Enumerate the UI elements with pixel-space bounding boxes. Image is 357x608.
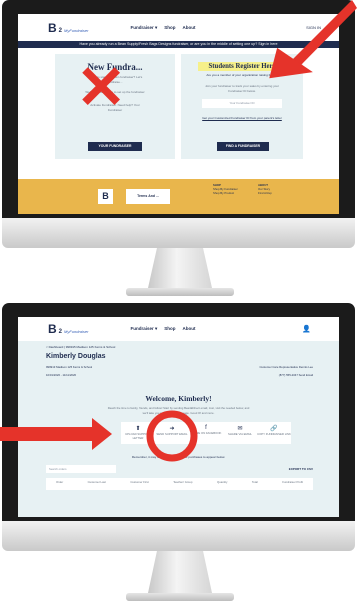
tile-label: SHARE VIA EMAIL (228, 432, 252, 436)
footer-logo: B (98, 189, 113, 204)
site-header: B2 MyFundraiser Fundraiser ▾ Shop About … (18, 14, 339, 41)
footer-shop-item-2[interactable]: Shop By Product (213, 191, 238, 195)
red-x-mark: ✕ (76, 54, 127, 121)
find-fundraiser-button[interactable]: FIND A FUNDRAISER (217, 142, 269, 151)
nav-about[interactable]: About (182, 326, 195, 332)
dashboard-header: B2 MyFundraiser Fundraiser ▾ Shop About … (18, 317, 339, 341)
tile-share-facebook[interactable]: f SHARE ON FACEBOOK (189, 422, 223, 444)
participant-name: Kimberly Douglas (46, 353, 106, 360)
footer-about-item-2[interactable]: Find A Rep (258, 191, 272, 195)
account-icon[interactable]: 👤 (302, 325, 311, 333)
bottom-screen: B2 MyFundraiser Fundraiser ▾ Shop About … (18, 317, 339, 517)
top-monitor-base (126, 288, 234, 296)
tile-label: SEND SUPPORT EMAIL (156, 432, 188, 436)
school-name: 999913 Madison 125 Kerns & School (46, 365, 93, 369)
bottom-monitor-neck (148, 551, 212, 593)
bottom-monitor-base (126, 593, 234, 601)
top-monitor-neck (148, 248, 212, 288)
col-customer-first[interactable]: Customer First (130, 480, 148, 488)
col-quantity[interactable]: Quantity (217, 480, 227, 488)
tile-label: SHARE ON FACEBOOK (190, 431, 222, 435)
bottom-monitor-chin (2, 521, 355, 551)
top-monitor: B2 MyFundraiser Fundraiser ▾ Shop About … (0, 0, 357, 300)
search-orders-input[interactable]: Search orders (46, 465, 116, 473)
register-question: Are you a member of your organization ra… (206, 73, 278, 77)
your-fundraiser-button[interactable]: YOUR FUNDRAISER (88, 142, 142, 151)
mail-icon: ✉ (237, 426, 243, 432)
tile-label: COPY FUNDRAISER LINK (257, 432, 291, 436)
site-logo[interactable]: B2 MyFundraiser (48, 21, 88, 35)
bottom-monitor: B2 MyFundraiser Fundraiser ▾ Shop About … (0, 303, 357, 603)
reminder-text: Remember, it may take a couple hours for… (131, 455, 226, 459)
tile-label: UPLOAD SUPPORT LETTER (125, 432, 151, 440)
send-icon: ➜ (169, 426, 175, 432)
col-teacher-group[interactable]: Teacher/ Group (173, 480, 192, 488)
nav-about[interactable]: About (182, 25, 195, 31)
fundraiser-id-link[interactable]: Get your Customized Fundraiser ID from y… (181, 116, 303, 121)
col-order[interactable]: Order (56, 480, 63, 488)
tile-share-email[interactable]: ✉ SHARE VIA EMAIL (223, 422, 257, 444)
sign-in-banner[interactable]: Have you already run a Bean Supply/Fresh… (18, 41, 339, 48)
breadcrumb[interactable]: < Dashboard | 999915 Madison 125 Kerns &… (46, 345, 115, 349)
nav-fundraiser[interactable]: Fundraiser ▾ (130, 25, 157, 31)
rep-phone[interactable]: (877) 555-2047 Send Email (279, 373, 313, 377)
nav-shop[interactable]: Shop (164, 25, 175, 31)
tile-send-email[interactable]: ➜ SEND SUPPORT EMAIL (155, 422, 189, 444)
nav-fundraiser[interactable]: Fundraiser ▾ (130, 326, 157, 332)
intro-line-2: we'll take you to your fundraiser page. … (142, 411, 215, 415)
tile-upload-letter[interactable]: ⬆ UPLOAD SUPPORT LETTER (121, 422, 155, 444)
footer-terms[interactable]: Terms And ... (126, 189, 170, 204)
top-screen: B2 MyFundraiser Fundraiser ▾ Shop About … (18, 14, 339, 214)
rep-label: Customer Care Representative Dennis Lee (259, 365, 313, 369)
register-line-2: Fundraiser ID below. (228, 89, 256, 93)
students-register-panel: Students Register Here Are you a member … (181, 54, 303, 159)
col-customer-last[interactable]: Customer Last (88, 480, 106, 488)
dashboard-logo[interactable]: B2 MyFundraiser (48, 322, 88, 336)
intro-line-1: Reach the time to family, friends, and f… (107, 406, 250, 410)
fundraiser-dates: 10/01/2020 - 11/11/2020 (46, 373, 77, 377)
export-csv-button[interactable]: EXPORT TO CSV (289, 467, 313, 471)
nav-shop[interactable]: Shop (164, 326, 175, 332)
col-profit[interactable]: Fundraiser Profit (282, 480, 303, 488)
upload-icon: ⬆ (135, 426, 141, 432)
orders-table-header: Order Customer Last Customer First Teach… (46, 478, 313, 490)
site-footer: B Terms And ... SHOP Shop By Fundraiser … (18, 179, 339, 214)
sign-in-link[interactable]: SIGN IN (306, 25, 321, 30)
welcome-heading: Welcome, Kimberly! (145, 394, 212, 403)
col-total[interactable]: Total (252, 480, 258, 488)
top-monitor-chin (2, 218, 355, 248)
link-icon: 🔗 (270, 426, 278, 432)
students-register-heading: Students Register Here (198, 62, 286, 71)
fundraiser-id-input[interactable]: Your Fundraiser ID (202, 99, 282, 108)
tile-copy-link[interactable]: 🔗 COPY FUNDRAISER LINK (257, 422, 291, 444)
